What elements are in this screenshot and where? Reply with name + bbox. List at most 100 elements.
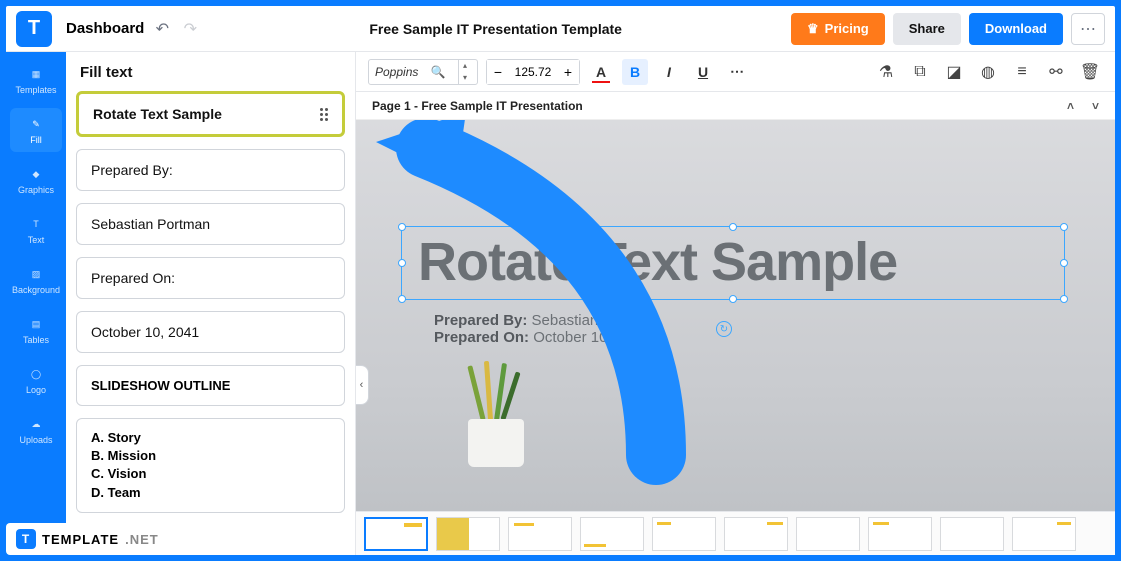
resize-handle[interactable] xyxy=(729,223,737,231)
sidebar-label: Fill xyxy=(30,135,42,145)
sidebar-label: Uploads xyxy=(19,435,52,445)
stepper-up-icon[interactable]: ▴ xyxy=(459,60,471,72)
copy-icon[interactable]: ⧉ xyxy=(907,59,933,85)
more-menu-button[interactable]: ⋯ xyxy=(1071,13,1105,45)
shapes-icon: ◆ xyxy=(27,165,45,183)
stepper-down-icon[interactable]: ▾ xyxy=(459,72,471,84)
canvas[interactable]: Rotate Text Sample Prepared By: Sebastia… xyxy=(356,120,1115,555)
size-value[interactable]: 125.72 xyxy=(509,65,557,79)
undo-button[interactable]: ↶ xyxy=(152,19,172,39)
panel-title: Fill text xyxy=(66,52,355,91)
sidebar-item-uploads[interactable]: ☁ Uploads xyxy=(10,408,62,452)
selection-box[interactable]: Rotate Text Sample xyxy=(401,226,1065,300)
sidebar-item-fill[interactable]: ✎ Fill xyxy=(10,108,62,152)
align-icon[interactable]: ≡ xyxy=(1009,59,1035,85)
decorative-image xyxy=(456,377,536,467)
sidebar-item-tables[interactable]: ▤ Tables xyxy=(10,308,62,352)
italic-button[interactable]: I xyxy=(656,59,682,85)
sidebar-label: Background xyxy=(12,285,60,295)
field-rotate-text[interactable]: Rotate Text Sample xyxy=(76,91,345,137)
resize-handle[interactable] xyxy=(398,295,406,303)
thumb-8[interactable] xyxy=(868,517,932,551)
dashboard-link[interactable]: Dashboard xyxy=(66,20,144,37)
sidebar-label: Templates xyxy=(15,85,56,95)
top-bar: T Dashboard ↶ ↷ Free Sample IT Presentat… xyxy=(6,6,1115,52)
field-prepared-by-value[interactable]: Sebastian Portman xyxy=(76,203,345,245)
sidebar-item-graphics[interactable]: ◆Graphics xyxy=(10,158,62,202)
page-up-icon[interactable]: ˄ xyxy=(1067,99,1074,113)
thumb-3[interactable] xyxy=(508,517,572,551)
resize-handle[interactable] xyxy=(1060,223,1068,231)
field-value: Rotate Text Sample xyxy=(93,106,222,122)
brand-name: TEMPLATE xyxy=(42,532,119,547)
sidebar-label: Tables xyxy=(23,335,49,345)
text-color-button[interactable]: A xyxy=(588,59,614,85)
trash-icon[interactable]: 🗑 xyxy=(1077,59,1103,85)
thumb-7[interactable] xyxy=(796,517,860,551)
thumb-1[interactable] xyxy=(364,517,428,551)
slide-1[interactable]: Rotate Text Sample Prepared By: Sebastia… xyxy=(356,120,1115,511)
left-sidebar: ▦Templates ✎ Fill ◆Graphics TText ▨ Backgr… xyxy=(6,52,66,555)
thumb-4[interactable] xyxy=(580,517,644,551)
sidebar-item-logo[interactable]: ◯Logo xyxy=(10,358,62,402)
prep-on-label: Prepared On: xyxy=(434,329,529,346)
resize-handle[interactable] xyxy=(1060,259,1068,267)
outline-b: B. Mission xyxy=(91,447,330,465)
filter-icon[interactable]: ⚗ xyxy=(873,59,899,85)
resize-handle[interactable] xyxy=(1060,295,1068,303)
page-bar: Page 1 - Free Sample IT Presentation ˄ ˅ xyxy=(356,92,1115,120)
resize-handle[interactable] xyxy=(398,259,406,267)
pricing-button[interactable]: ♛ Pricing xyxy=(791,13,885,45)
bold-button[interactable]: B xyxy=(622,59,648,85)
upload-icon: ☁ xyxy=(27,415,45,433)
thumb-6[interactable] xyxy=(724,517,788,551)
font-select[interactable]: Poppins 🔍 ▴ ▾ xyxy=(368,59,478,85)
app-logo[interactable]: T xyxy=(16,11,52,47)
size-minus-button[interactable]: − xyxy=(487,60,509,84)
pencil-icon: ✎ xyxy=(27,115,45,133)
table-icon: ▤ xyxy=(27,315,45,333)
droplet-icon[interactable]: ◍ xyxy=(975,59,1001,85)
field-outline-title[interactable]: SLIDESHOW OUTLINE xyxy=(76,365,345,406)
font-size-control[interactable]: − 125.72 + xyxy=(486,59,580,85)
text-icon: T xyxy=(27,215,45,233)
thumb-10[interactable] xyxy=(1012,517,1076,551)
download-button[interactable]: Download xyxy=(969,13,1063,45)
sidebar-item-background[interactable]: ▨ Background xyxy=(10,258,62,302)
thumb-5[interactable] xyxy=(652,517,716,551)
document-title: Free Sample IT Presentation Template xyxy=(208,21,783,37)
drag-handle-icon[interactable] xyxy=(320,108,328,121)
more-text-options[interactable]: ⋯ xyxy=(724,59,750,85)
redo-button[interactable]: ↷ xyxy=(180,19,200,39)
page-label: Page 1 - Free Sample IT Presentation xyxy=(372,99,583,113)
page-down-icon[interactable]: ˅ xyxy=(1092,99,1099,113)
thumb-9[interactable] xyxy=(940,517,1004,551)
size-plus-button[interactable]: + xyxy=(557,60,579,84)
crown-icon: ♛ xyxy=(807,21,819,37)
outline-d: D. Team xyxy=(91,484,330,502)
collapse-panel-button[interactable]: ‹ xyxy=(356,365,369,405)
title-text-element[interactable]: Rotate Text Sample xyxy=(402,227,1064,297)
background-icon: ▨ xyxy=(27,265,45,283)
resize-handle[interactable] xyxy=(729,295,737,303)
prep-by-value: Sebastian Portman xyxy=(532,312,660,329)
field-outline-items[interactable]: A. Story B. Mission C. Vision D. Team xyxy=(76,418,345,513)
brand-watermark: T TEMPLATE.NET xyxy=(6,523,169,555)
layer-icon[interactable]: ◪ xyxy=(941,59,967,85)
thumb-2[interactable] xyxy=(436,517,500,551)
link-icon[interactable]: ⚯ xyxy=(1043,59,1069,85)
rotate-handle-icon[interactable]: ↻ xyxy=(716,321,732,337)
resize-handle[interactable] xyxy=(398,223,406,231)
field-prepared-by-label[interactable]: Prepared By: xyxy=(76,149,345,191)
fill-text-panel: Fill text Rotate Text Sample Prepared By… xyxy=(66,52,356,555)
text-toolbar: Poppins 🔍 ▴ ▾ − 125.72 + A B I U ⋯ xyxy=(356,52,1115,92)
field-prepared-on-value[interactable]: October 10, 2041 xyxy=(76,311,345,353)
underline-button[interactable]: U xyxy=(690,59,716,85)
share-button[interactable]: Share xyxy=(893,13,961,45)
sidebar-item-text[interactable]: TText xyxy=(10,208,62,252)
font-name: Poppins xyxy=(375,65,418,79)
prep-by-label: Prepared By: xyxy=(434,312,527,329)
pricing-label: Pricing xyxy=(825,21,869,36)
field-prepared-on-label[interactable]: Prepared On: xyxy=(76,257,345,299)
sidebar-item-templates[interactable]: ▦Templates xyxy=(10,58,62,102)
